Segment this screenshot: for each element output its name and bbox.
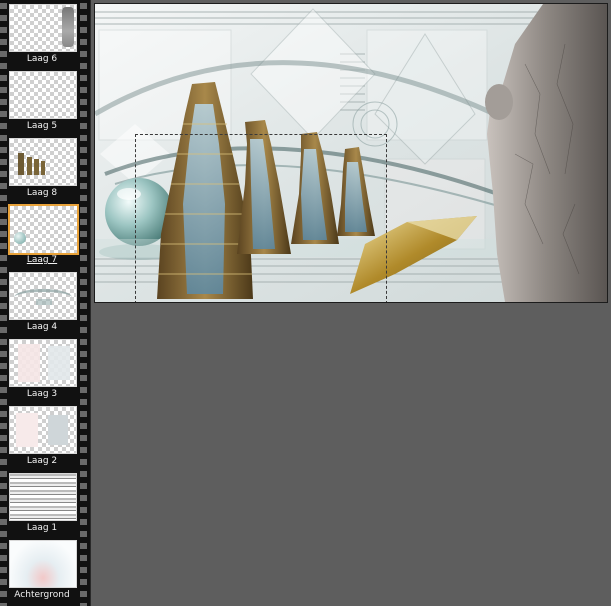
layer-name: Laag 8: [26, 188, 58, 198]
layer-name: Laag 5: [26, 121, 58, 131]
layer-item-laag-6[interactable]: Laag 6: [8, 3, 77, 67]
image-canvas[interactable]: [94, 3, 608, 303]
layer-name: Laag 2: [26, 456, 58, 466]
layer-item-laag-3[interactable]: Laag 3: [8, 338, 77, 402]
layer-thumbnail: [9, 540, 77, 588]
layer-item-laag-7[interactable]: Laag 7: [8, 204, 79, 268]
layer-name: Laag 3: [26, 389, 58, 399]
layer-thumbnail: [8, 204, 79, 255]
layer-thumbnail: [9, 272, 77, 320]
layer-item-laag-2[interactable]: Laag 2: [8, 405, 77, 469]
layer-thumbnail: [9, 339, 77, 387]
layer-thumbnail: [9, 138, 77, 186]
layer-name: Achtergrond: [14, 590, 70, 600]
layer-name: Laag 6: [26, 54, 58, 64]
film-perforation-left: [0, 0, 7, 606]
layers-strip: Laag 6 Laag 5 Laag 8 Laag 7 Laag 4 Laag …: [0, 0, 91, 606]
film-perforation-right: [80, 0, 87, 606]
layer-thumbnail: [9, 406, 77, 454]
layer-item-laag-5[interactable]: Laag 5: [8, 70, 77, 134]
layer-name: Laag 4: [26, 322, 58, 332]
layer-thumbnail: [9, 71, 77, 119]
layer-item-achtergrond[interactable]: Achtergrond: [8, 539, 77, 603]
layer-name: Laag 7: [26, 255, 58, 265]
layer-item-laag-8[interactable]: Laag 8: [8, 137, 77, 201]
layer-thumbnail: [9, 4, 77, 52]
layer-item-laag-4[interactable]: Laag 4: [8, 271, 77, 335]
layer-thumbnail: [9, 473, 77, 521]
layer-name: Laag 1: [26, 523, 58, 533]
artwork-image: [95, 4, 607, 302]
layer-item-laag-1[interactable]: Laag 1: [8, 472, 77, 536]
